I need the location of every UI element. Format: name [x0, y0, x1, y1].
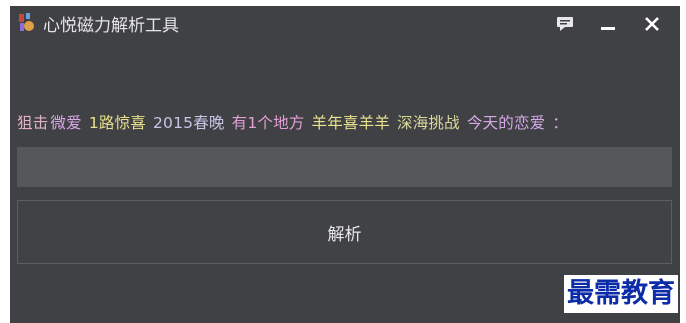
close-icon[interactable] [637, 10, 667, 38]
ticker-item[interactable]: 1路惊喜 [89, 114, 146, 132]
ticker-item[interactable]: 深海挑战 [397, 114, 460, 132]
window-title: 心悦磁力解析工具 [43, 16, 179, 36]
ticker-item[interactable]: 羊年喜羊羊 [312, 114, 391, 132]
title-bar[interactable]: 心悦磁力解析工具 [10, 6, 680, 42]
watermark-logo: 最需教育 [564, 275, 678, 313]
ticker-item[interactable]: 今天的恋爱 [467, 114, 546, 132]
ticker-lead: 狙击 [17, 114, 49, 132]
ticker-item[interactable]: 微爱 [50, 114, 81, 132]
app-logo-icon [17, 11, 37, 31]
parse-button[interactable]: 解析 [17, 200, 672, 264]
ticker-item[interactable]: 2015春晚 [153, 114, 225, 132]
ticker-item[interactable]: 有1个地方 [232, 114, 305, 132]
chat-bubble-icon[interactable] [550, 10, 580, 38]
hot-topics-ticker: 狙击 微爱 1路惊喜 2015春晚 有1个地方 羊年喜羊羊 深海挑战 今天的恋爱 ： [17, 111, 679, 133]
minimize-icon[interactable] [593, 10, 623, 38]
magnet-link-input[interactable] [17, 147, 672, 187]
parse-button-label: 解析 [327, 224, 362, 245]
ticker-item[interactable]: ： [552, 114, 568, 132]
